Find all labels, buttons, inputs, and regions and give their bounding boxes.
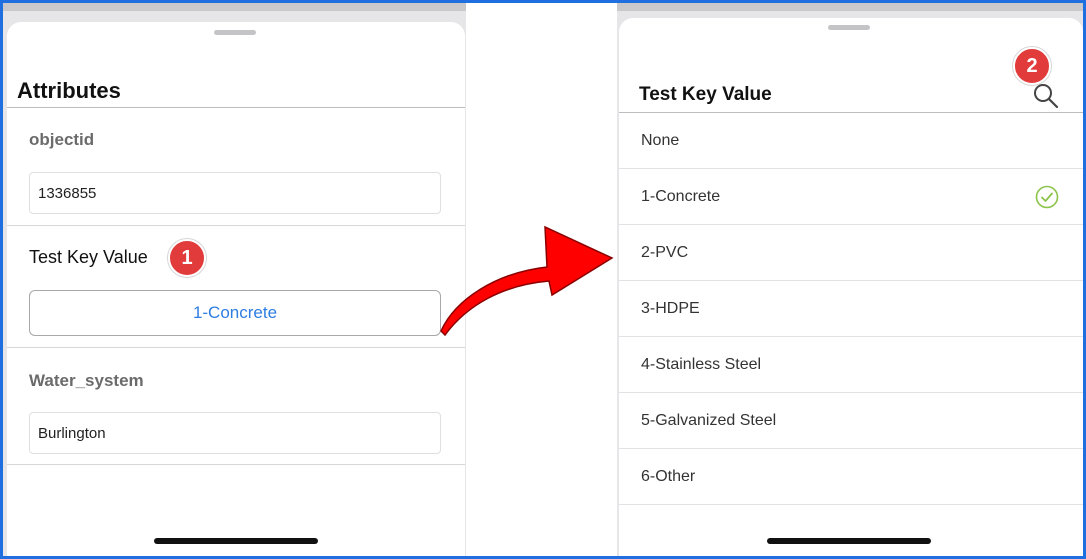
search-icon[interactable] bbox=[1032, 82, 1060, 110]
step-badge-2: 2 bbox=[1013, 47, 1051, 85]
test-key-value-label: Test Key Value bbox=[29, 247, 148, 267]
option-label: None bbox=[641, 131, 680, 149]
left-top-strip bbox=[3, 3, 466, 11]
attributes-title: Attributes bbox=[17, 78, 121, 103]
objectid-field[interactable]: 1336855 bbox=[29, 172, 441, 214]
option-label: 6-Other bbox=[641, 467, 696, 485]
home-indicator bbox=[767, 538, 931, 544]
option-none[interactable]: None bbox=[619, 113, 1083, 169]
right-top-strip bbox=[617, 3, 1083, 11]
water-system-label: Water_system bbox=[29, 371, 144, 390]
option-2-pvc[interactable]: 2-PVC bbox=[619, 225, 1083, 281]
option-1-concrete[interactable]: 1-Concrete bbox=[619, 169, 1083, 225]
arrow-shape bbox=[440, 225, 614, 337]
search-icon-glyph bbox=[1034, 84, 1059, 109]
transition-arrow bbox=[440, 225, 614, 337]
test-key-value-select-button[interactable]: 1-Concrete bbox=[29, 290, 441, 336]
option-5-galvanized-steel[interactable]: 5-Galvanized Steel bbox=[619, 393, 1083, 449]
divider bbox=[7, 347, 465, 348]
option-label: 2-PVC bbox=[641, 243, 689, 261]
option-label: 1-Concrete bbox=[641, 187, 721, 205]
sheet-grab-handle[interactable] bbox=[214, 30, 256, 35]
option-label: 4-Stainless Steel bbox=[641, 355, 762, 373]
checkmark-icon bbox=[1035, 185, 1059, 208]
water-system-field[interactable]: Burlington bbox=[29, 412, 441, 454]
option-6-other[interactable]: 6-Other bbox=[619, 449, 1083, 505]
home-indicator bbox=[154, 538, 318, 544]
divider bbox=[7, 225, 465, 226]
sheet-grab-handle[interactable] bbox=[828, 25, 870, 30]
step-badge-1: 1 bbox=[168, 239, 206, 277]
objectid-label: objectid bbox=[29, 130, 95, 149]
option-label: 3-HDPE bbox=[641, 299, 700, 317]
picker-title: Test Key Value bbox=[639, 84, 772, 105]
option-3-hdpe[interactable]: 3-HDPE bbox=[619, 281, 1083, 337]
option-4-stainless-steel[interactable]: 4-Stainless Steel bbox=[619, 337, 1083, 393]
title-divider bbox=[7, 107, 465, 108]
divider bbox=[7, 464, 465, 465]
option-label: 5-Galvanized Steel bbox=[641, 411, 777, 429]
